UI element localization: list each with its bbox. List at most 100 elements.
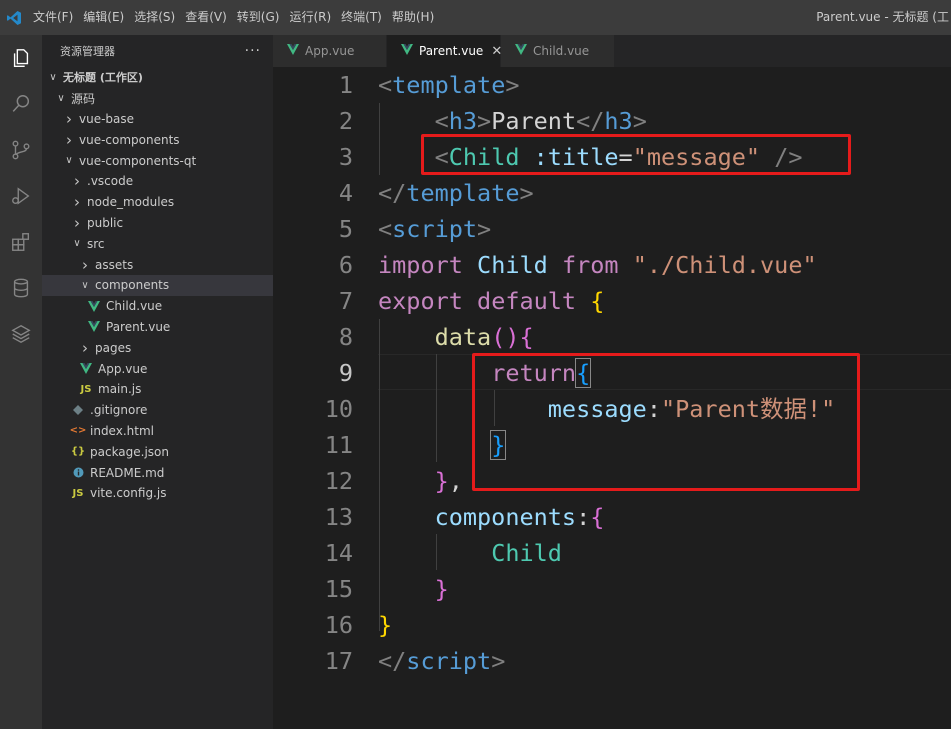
file-item[interactable]: App.vue: [42, 358, 273, 379]
js-file-icon: JS: [72, 487, 84, 499]
code-token: ,: [448, 467, 463, 495]
vue-file-icon: [86, 300, 102, 312]
vscode-logo-icon: [0, 0, 28, 35]
code-text: data(){: [378, 319, 534, 355]
tree-item-label: package.json: [90, 444, 170, 459]
code-token: {: [519, 323, 534, 351]
menu-item[interactable]: 帮助(H): [387, 0, 439, 35]
code-token: <: [378, 215, 393, 243]
code-line[interactable]: 17 </script>: [273, 643, 951, 679]
menu-item[interactable]: 查看(V): [180, 0, 232, 35]
code-token: >: [505, 71, 520, 99]
code-token: </: [576, 107, 605, 135]
file-item[interactable]: JS vite.config.js: [42, 483, 273, 504]
tree-item-label: vue-components-qt: [79, 153, 197, 168]
file-item[interactable]: {} package.json: [42, 441, 273, 462]
search-icon[interactable]: [0, 81, 42, 127]
folder-item[interactable]: › .vscode: [42, 171, 273, 192]
more-actions-icon[interactable]: ···: [245, 43, 261, 59]
code-line[interactable]: 14 Child: [273, 535, 951, 571]
code-token: "./Child.vue": [632, 251, 817, 279]
chevron-right-icon: ›: [74, 213, 80, 232]
menu-item[interactable]: 选择(S): [129, 0, 180, 35]
code-line[interactable]: 7 export default {: [273, 283, 951, 319]
line-number: 14: [324, 539, 353, 567]
file-item[interactable]: JS main.js: [42, 379, 273, 400]
code-text: components:{: [378, 499, 605, 535]
folder-item[interactable]: › assets: [42, 254, 273, 275]
line-number: 3: [338, 143, 353, 171]
code-line[interactable]: 5 <script>: [273, 211, 951, 247]
code-token: components: [434, 503, 577, 531]
code-line[interactable]: 15 }: [273, 571, 951, 607]
chevron-down-icon: ∨: [49, 71, 57, 83]
source-control-icon[interactable]: [0, 127, 42, 173]
database-icon[interactable]: [0, 265, 42, 311]
run-debug-icon[interactable]: [0, 173, 42, 219]
menu-item[interactable]: 编辑(E): [78, 0, 129, 35]
tab-parent-vue[interactable]: Parent.vue ✕: [387, 35, 502, 67]
code-line[interactable]: 16}: [273, 607, 951, 643]
code-token: import: [378, 251, 463, 279]
code-line[interactable]: 4 </template>: [273, 175, 951, 211]
tab-app-vue[interactable]: App.vue: [273, 35, 387, 67]
tree-item-label: public: [87, 215, 124, 230]
chevron-right-icon: ›: [82, 338, 88, 357]
line-number: 7: [338, 287, 353, 315]
tree-item-label: Parent.vue: [106, 319, 171, 334]
code-text: }: [378, 607, 392, 643]
line-number: 11: [324, 431, 353, 459]
vue-file-icon: [86, 321, 102, 333]
explorer-icon[interactable]: [0, 35, 42, 81]
tree-item-label: vite.config.js: [90, 486, 167, 501]
folder-item[interactable]: › vue-base: [42, 109, 273, 130]
code-line[interactable]: 13 components:{: [273, 499, 951, 535]
layers-icon[interactable]: [0, 311, 42, 357]
file-item[interactable]: README.md: [42, 462, 273, 483]
file-item[interactable]: <> index.html: [42, 421, 273, 442]
line-number: 15: [324, 575, 353, 603]
menu-item[interactable]: 终端(T): [336, 0, 387, 35]
folder-item[interactable]: › node_modules: [42, 192, 273, 213]
code-editor[interactable]: 1 <template> 2 <h3>Parent</h3> 3 <Child :ti…: [273, 67, 951, 729]
workspace-root[interactable]: ∨ 无标题 (工作区): [42, 67, 273, 88]
tree-item-label: vue-components: [79, 132, 180, 147]
menu-item[interactable]: 转到(G): [232, 0, 285, 35]
code-line[interactable]: 6 import Child from "./Child.vue": [273, 247, 951, 283]
code-token: </: [378, 179, 407, 207]
code-token: from: [561, 251, 619, 279]
folder-item[interactable]: › public: [42, 213, 273, 234]
window-title: Parent.vue - 无标题 (工: [816, 10, 949, 24]
info-file-icon: [70, 467, 86, 478]
file-item[interactable]: .gitignore: [42, 400, 273, 421]
menu-item[interactable]: 文件(F): [28, 0, 78, 35]
folder-item[interactable]: ∨ components: [42, 274, 273, 296]
folder-item[interactable]: ∨ vue-components-qt: [42, 150, 273, 171]
file-item[interactable]: Parent.vue: [42, 317, 273, 338]
tab-label: App.vue: [305, 44, 355, 58]
folder-item[interactable]: › pages: [42, 337, 273, 358]
menu-item[interactable]: 运行(R): [284, 0, 336, 35]
folder-item[interactable]: › vue-components: [42, 129, 273, 150]
code-token: template: [406, 179, 520, 207]
extensions-icon[interactable]: [0, 219, 42, 265]
tree-item-label: .vscode: [87, 174, 134, 189]
file-item[interactable]: Child.vue: [42, 296, 273, 317]
code-token: {: [590, 503, 605, 531]
chevron-right-icon: ›: [82, 255, 88, 274]
folder-item[interactable]: ∨ 源码: [42, 88, 273, 109]
vue-file-icon: [287, 44, 299, 58]
code-token: <: [434, 107, 449, 135]
code-token: script: [406, 647, 492, 675]
line-number: 5: [338, 215, 353, 243]
tab-child-vue[interactable]: Child.vue: [501, 35, 615, 67]
code-line[interactable]: 1 <template>: [273, 67, 951, 103]
folder-item[interactable]: ∨ src: [42, 233, 273, 254]
code-line[interactable]: 8 data(){: [273, 319, 951, 355]
code-token: h3: [448, 107, 478, 135]
